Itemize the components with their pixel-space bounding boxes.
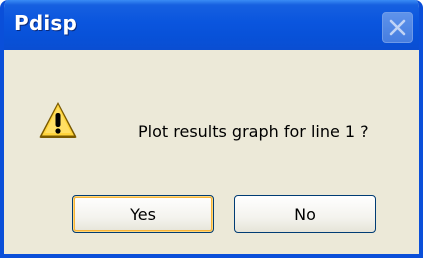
message-dialog: Pdisp Plot results graph for line 1 ? Ye… xyxy=(0,0,423,258)
title-bar[interactable]: Pdisp xyxy=(4,0,419,50)
yes-button-label: Yes xyxy=(130,204,156,224)
dialog-message: Plot results graph for line 1 ? xyxy=(138,122,369,141)
warning-icon xyxy=(39,102,77,138)
window-title: Pdisp xyxy=(14,11,78,35)
close-button[interactable] xyxy=(382,12,413,43)
no-button[interactable]: No xyxy=(234,195,376,233)
no-button-label: No xyxy=(294,204,316,224)
close-icon xyxy=(389,19,406,36)
yes-button[interactable]: Yes xyxy=(72,195,214,233)
